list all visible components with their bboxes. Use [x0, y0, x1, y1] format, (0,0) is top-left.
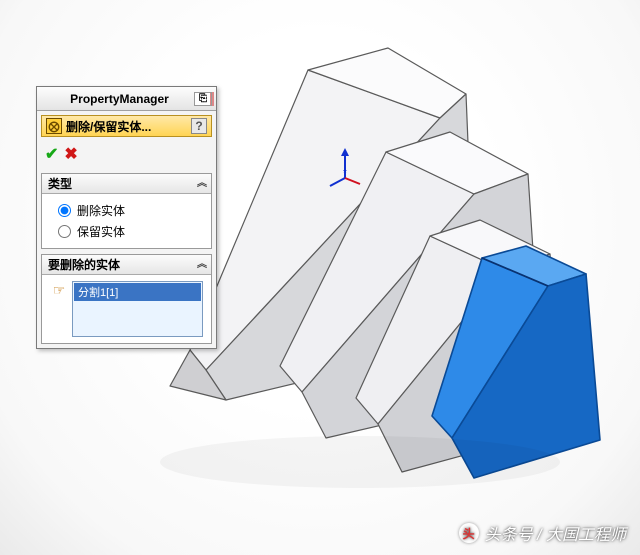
watermark: 头 头条号 / 大国工程师: [459, 521, 626, 545]
radio-delete-label: 删除实体: [77, 202, 125, 219]
help-button[interactable]: ?: [191, 118, 207, 134]
radio-keep-input[interactable]: [58, 225, 71, 238]
type-group-header[interactable]: 类型 ︽: [42, 174, 211, 194]
watermark-text: 头条号 / 大国工程师: [485, 521, 626, 545]
property-manager-panel: PropertyManager ⎘ ⨂ 删除/保留实体... ? ✔ ✖ 类型 …: [36, 86, 217, 349]
feature-header: ⨂ 删除/保留实体... ?: [41, 115, 212, 137]
radio-delete-input[interactable]: [58, 204, 71, 217]
chevron-up-icon: ︽: [197, 180, 205, 188]
type-group: 类型 ︽ 删除实体 保留实体: [41, 173, 212, 249]
watermark-logo-icon: 头: [459, 523, 479, 543]
bodies-group: 要删除的实体 ︽ ☞ 分割1[1]: [41, 254, 212, 344]
confirm-row: ✔ ✖: [41, 142, 212, 168]
chevron-up-icon: ︽: [197, 261, 205, 269]
feature-name: 删除/保留实体...: [66, 118, 187, 135]
bodies-selection-list[interactable]: 分割1[1]: [72, 281, 203, 337]
pm-title: PropertyManager: [45, 92, 194, 106]
ok-button[interactable]: ✔: [45, 144, 58, 164]
delete-body-icon: ⨂: [46, 118, 62, 134]
list-item[interactable]: 分割1[1]: [74, 283, 201, 301]
cancel-button[interactable]: ✖: [64, 144, 77, 164]
radio-keep-bodies[interactable]: 保留实体: [50, 221, 203, 242]
type-group-title: 类型: [48, 175, 72, 192]
pin-icon[interactable]: ⎘: [194, 92, 212, 106]
bodies-group-header[interactable]: 要删除的实体 ︽: [42, 255, 211, 275]
radio-keep-label: 保留实体: [77, 223, 125, 240]
pointer-icon: ☞: [50, 281, 68, 299]
radio-delete-bodies[interactable]: 删除实体: [50, 200, 203, 221]
bodies-group-title: 要删除的实体: [48, 256, 120, 273]
pm-titlebar: PropertyManager ⎘: [37, 87, 216, 111]
